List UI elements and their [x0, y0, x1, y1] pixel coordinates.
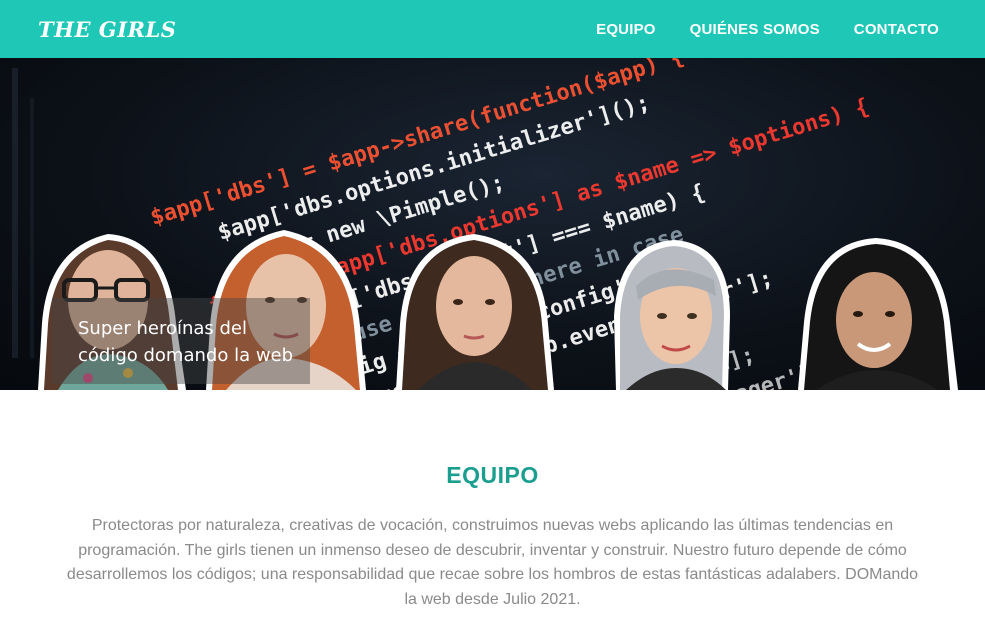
nav-menu: EQUIPO QUIÉNES SOMOS CONTACTO	[596, 21, 939, 38]
section-description: Protectoras por naturaleza, creativas de…	[66, 517, 919, 608]
nav-link-quienes-somos[interactable]: QUIÉNES SOMOS	[690, 21, 820, 38]
brand-logo[interactable]: THE GIRLS	[38, 17, 176, 42]
hero-tagline: Super heroínas del código domando la web	[78, 318, 294, 366]
nav-link-equipo[interactable]: EQUIPO	[596, 21, 656, 38]
team-member-3-photo	[384, 232, 560, 390]
section-title: EQUIPO	[446, 462, 539, 488]
team-member-4-photo	[606, 236, 740, 390]
hero-banner: $app['dbs'] = $app->share(function($app)…	[0, 58, 985, 390]
team-section: EQUIPO Protectoras por naturaleza, creat…	[0, 390, 985, 625]
nav-link-contacto[interactable]: CONTACTO	[854, 21, 939, 38]
navbar: THE GIRLS EQUIPO QUIÉNES SOMOS CONTACTO	[0, 0, 985, 58]
team-member-5-photo	[790, 236, 962, 390]
